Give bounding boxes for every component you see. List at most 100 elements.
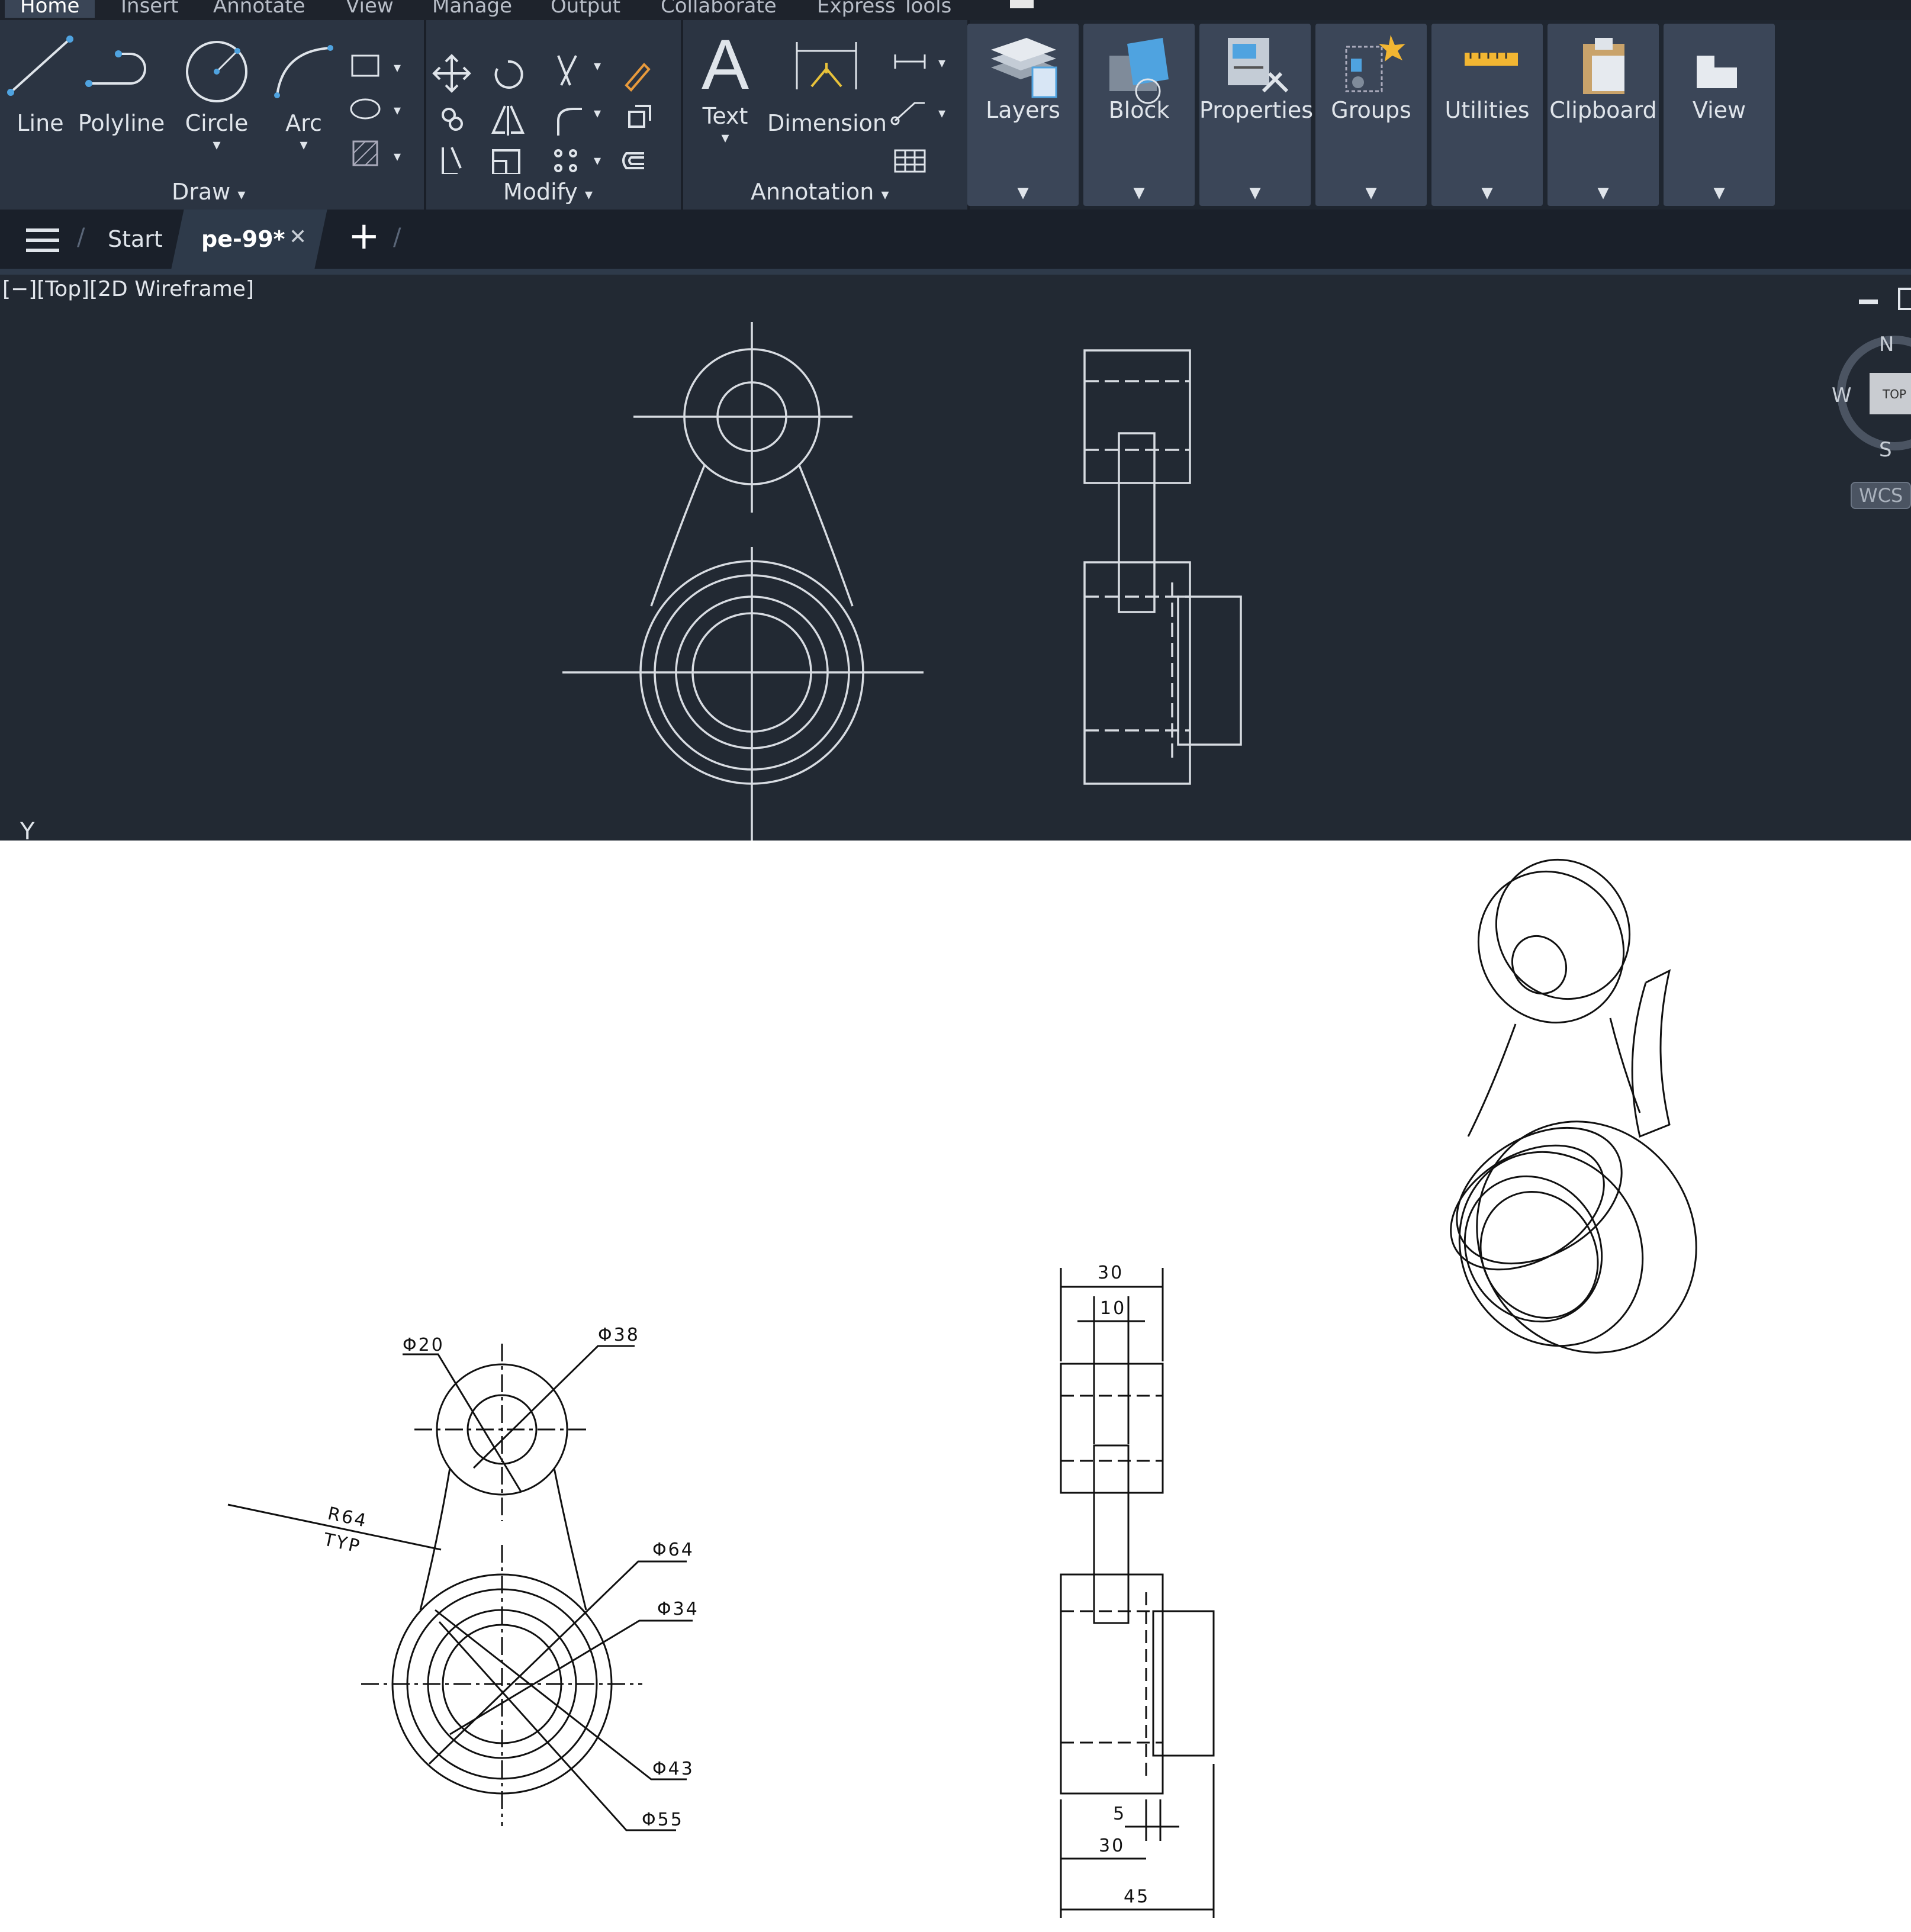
annotation-small-tools[interactable]: ▾ ▾ (888, 32, 959, 174)
dim-side-width-30-top: 30 (1098, 1263, 1124, 1283)
text-dropdown-icon[interactable]: ▾ (693, 129, 758, 147)
arc-label: Arc (285, 110, 322, 136)
drawing-viewport[interactable]: [−][Top][2D Wireframe] N W S TOP WCS Y (0, 275, 1911, 841)
dimension-tool[interactable]: Dimension (767, 27, 887, 136)
view-dropdown-icon[interactable]: ▾ (1664, 179, 1775, 205)
app-window: Home Insert Annotate View Manage Output … (0, 0, 1911, 1932)
circle-dropdown-icon[interactable]: ▾ (175, 136, 258, 154)
polyline-label: Polyline (78, 110, 165, 136)
polyline-icon (85, 50, 146, 87)
utilities-label: Utilities (1444, 97, 1530, 123)
utilities-icon (1465, 53, 1518, 66)
menu-tab-manage[interactable]: Manage (432, 0, 512, 18)
tab-active-drawing[interactable]: pe-99* (201, 226, 285, 252)
fillet-dropdown-icon[interactable]: ▾ (594, 105, 601, 121)
dim-d55: Φ55 (642, 1809, 684, 1830)
trim-icon[interactable] (557, 55, 577, 86)
file-tab-bar: / Start pe-99* ✕ + / (0, 210, 1911, 275)
ellipse-dropdown-icon[interactable]: ▾ (394, 102, 401, 118)
properties-dropdown-icon[interactable]: ▾ (1199, 179, 1311, 205)
menu-tab-insert[interactable]: Insert (121, 0, 179, 18)
rectangle-dropdown-icon[interactable]: ▾ (394, 59, 401, 76)
properties-icon (1228, 38, 1289, 93)
linear-dim-dropdown-icon[interactable]: ▾ (938, 54, 945, 71)
linear-dim-icon[interactable] (894, 54, 926, 69)
hatch-dropdown-icon[interactable]: ▾ (394, 148, 401, 165)
layers-dropdown-icon[interactable]: ▾ (967, 179, 1079, 205)
reference-drawing: Φ20 Φ38 R64 TYP Φ64 Φ34 Φ43 Φ55 30 10 5 … (227, 858, 1697, 1918)
line-tool[interactable]: Line (5, 27, 76, 136)
block-label: Block (1108, 97, 1170, 123)
ellipse-icon[interactable] (350, 98, 381, 120)
menu-tab-collaborate[interactable]: Collaborate (661, 0, 777, 18)
view-label: View (1692, 97, 1746, 123)
move-icon[interactable] (432, 54, 471, 93)
polyline-tool[interactable]: Polyline (77, 27, 166, 136)
side-view[interactable] (1083, 349, 1242, 785)
rotate-icon[interactable] (494, 60, 523, 89)
dim-d38: Φ38 (598, 1325, 640, 1345)
circle-label: Circle (185, 110, 249, 136)
line-icon (7, 36, 73, 96)
fillet-icon[interactable] (557, 108, 582, 136)
draw-small-tools[interactable]: ▾ ▾ ▾ (346, 32, 411, 174)
hamburger-menu-icon[interactable] (26, 227, 59, 253)
menu-tab-home[interactable]: Home (5, 0, 95, 18)
tab-divider: / (77, 224, 85, 251)
leader-dropdown-icon[interactable]: ▾ (938, 105, 945, 121)
workspace-icon[interactable] (1010, 0, 1034, 8)
new-tab-icon[interactable]: + (348, 215, 380, 257)
stretch-icon[interactable] (442, 147, 462, 174)
modify-tools[interactable]: ▾ ▾ ▾ (431, 32, 680, 174)
menu-bar: Home Insert Annotate View Manage Output … (0, 0, 1911, 20)
cad-geometry[interactable] (0, 275, 1911, 841)
clipboard-label: Clipboard (1549, 97, 1657, 123)
offset-icon[interactable] (622, 152, 644, 169)
leader-icon[interactable] (894, 102, 925, 122)
dim-side-width-45: 45 (1124, 1886, 1150, 1907)
dim-d34: Φ34 (657, 1599, 699, 1619)
tab-divider: / (393, 224, 401, 251)
menu-tab-view[interactable]: View (346, 0, 394, 18)
rectangle-icon[interactable] (351, 54, 379, 77)
draw-panel-title[interactable]: Draw ▾ (172, 179, 245, 205)
3d-box-icon[interactable] (628, 105, 651, 128)
table-icon[interactable] (894, 149, 926, 173)
arc-tool[interactable]: Arc ▾ (265, 27, 342, 154)
clipboard-dropdown-icon[interactable]: ▾ (1548, 179, 1659, 205)
arc-dropdown-icon[interactable]: ▾ (265, 136, 342, 154)
text-icon: A (701, 25, 749, 104)
dimension-icon (796, 42, 857, 89)
menu-tab-annotate[interactable]: Annotate (213, 0, 305, 18)
line-label: Line (17, 110, 64, 136)
front-view[interactable] (562, 322, 924, 841)
reference-drawing-sheet: Φ20 Φ38 R64 TYP Φ64 Φ34 Φ43 Φ55 30 10 5 … (0, 841, 1911, 1932)
annotation-panel-title[interactable]: Annotation ▾ (751, 179, 889, 205)
groups-label: Groups (1331, 97, 1411, 123)
trim-dropdown-icon[interactable]: ▾ (594, 57, 601, 74)
array-icon[interactable] (554, 149, 562, 157)
dimension-label: Dimension (767, 110, 887, 136)
text-tool[interactable]: A Text ▾ (693, 26, 758, 147)
modify-panel-title[interactable]: Modify ▾ (503, 179, 593, 205)
menu-tab-output[interactable]: Output (551, 0, 620, 18)
groups-dropdown-icon[interactable]: ▾ (1315, 179, 1427, 205)
tab-start[interactable]: Start (108, 226, 163, 252)
dimensioned-side-view (1060, 1268, 1215, 1918)
utilities-dropdown-icon[interactable]: ▾ (1431, 179, 1543, 205)
isometric-view (1450, 858, 1697, 1354)
circle-tool[interactable]: Circle ▾ (175, 27, 258, 154)
big-tool-icons (991, 35, 1737, 104)
menu-tab-express-tools[interactable]: Express Tools (817, 0, 951, 18)
mirror-icon[interactable] (491, 105, 525, 136)
dim-d64: Φ64 (652, 1540, 694, 1560)
dim-typ: TYP (321, 1529, 363, 1557)
block-dropdown-icon[interactable]: ▾ (1083, 179, 1195, 205)
view-icon (1697, 56, 1737, 88)
layers-label: Layers (986, 97, 1060, 123)
layers-icon (991, 38, 1057, 98)
properties-label: Properties (1199, 97, 1314, 123)
close-tab-icon[interactable]: ✕ (289, 225, 307, 249)
erase-icon[interactable] (625, 63, 651, 92)
array-dropdown-icon[interactable]: ▾ (594, 152, 601, 169)
